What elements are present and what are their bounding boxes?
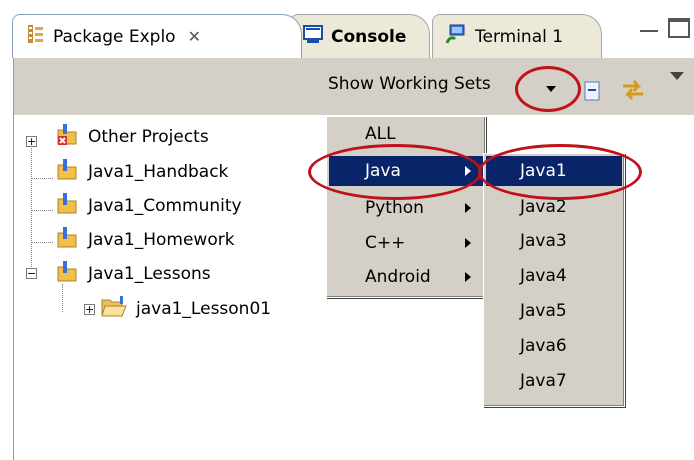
submenu-item-java3[interactable]: Java3 <box>486 226 622 256</box>
menu-item-label: ALL <box>365 124 396 144</box>
submenu-item-java7[interactable]: Java7 <box>486 366 622 396</box>
tree-item-java1-lesson01[interactable]: java1_Lesson01 <box>100 294 271 324</box>
submenu-item-java5[interactable]: Java5 <box>486 296 622 326</box>
tab-package-explorer-label: Package Explo <box>53 26 176 47</box>
submenu-arrow-icon <box>465 272 471 282</box>
menu-item-label: Java7 <box>520 371 567 391</box>
tree-guide-line <box>31 242 53 243</box>
tab-package-explorer[interactable]: Package Explo ✕ <box>12 14 302 58</box>
tree-item-label: Other Projects <box>88 127 209 147</box>
collapse-toggle[interactable]: − <box>26 268 37 279</box>
tree-guide-line <box>31 178 53 179</box>
collapse-all-icon[interactable] <box>583 80 603 107</box>
menu-item-label: Java2 <box>520 197 567 217</box>
tree-item-java1-homework[interactable]: Java1_Homework <box>54 225 235 255</box>
submenu-item-java4[interactable]: Java4 <box>486 261 622 291</box>
menu-item-label: Java3 <box>520 231 567 251</box>
tree-item-label: Java1_Handback <box>88 162 229 182</box>
tab-terminal-label: Terminal 1 <box>475 26 564 47</box>
submenu-arrow-icon <box>465 203 471 213</box>
tree-item-other-projects[interactable]: Other Projects <box>54 122 209 152</box>
view-border <box>13 115 14 460</box>
open-folder-icon <box>100 294 128 325</box>
package-explorer-icon <box>27 24 45 49</box>
tree-item-java1-lessons[interactable]: Java1_Lessons <box>54 259 211 289</box>
minimize-icon[interactable] <box>640 22 658 32</box>
tree-item-label: Java1_Homework <box>88 230 235 250</box>
expand-toggle[interactable]: + <box>84 304 95 315</box>
tree-item-java1-handback[interactable]: Java1_Handback <box>54 157 228 187</box>
submenu-item-java6[interactable]: Java6 <box>486 331 622 361</box>
expand-toggle[interactable]: + <box>26 136 37 147</box>
submenu-arrow-icon <box>465 238 471 248</box>
maximize-icon[interactable] <box>668 18 690 38</box>
menu-item-label: Java6 <box>520 336 567 356</box>
annotation-circle-java <box>308 144 482 200</box>
link-with-editor-icon[interactable] <box>620 78 646 107</box>
menu-item-label: Java5 <box>520 301 567 321</box>
tree-item-label: Java1_Community <box>88 196 242 216</box>
terminal-icon <box>445 23 467 50</box>
tree-item-label: java1_Lesson01 <box>136 299 272 319</box>
annotation-circle-java1 <box>478 144 642 200</box>
menu-item-label: Java4 <box>520 266 567 286</box>
view-menu-icon[interactable] <box>670 72 684 80</box>
closed-project-icon <box>54 122 80 153</box>
menu-item-android[interactable]: Android <box>329 262 483 292</box>
tree-guide-line <box>31 210 53 211</box>
console-icon <box>303 24 323 49</box>
java-project-icon <box>54 259 80 290</box>
menu-item-cpp[interactable]: C++ <box>329 228 483 258</box>
tree-guide-line <box>31 143 32 275</box>
java-project-icon <box>54 157 80 188</box>
annotation-circle-dropdown <box>515 66 581 112</box>
menu-item-label: C++ <box>365 233 406 253</box>
tree-item-java1-community[interactable]: Java1_Community <box>54 191 242 221</box>
show-working-sets-label: Show Working Sets <box>328 74 491 94</box>
java-project-icon <box>54 191 80 222</box>
menu-item-label: Python <box>365 198 424 218</box>
menu-item-label: Android <box>365 267 431 287</box>
tab-console[interactable]: Console <box>290 14 430 58</box>
java-project-icon <box>54 225 80 256</box>
tree-item-label: Java1_Lessons <box>88 264 211 284</box>
close-icon[interactable]: ✕ <box>188 27 201 46</box>
tab-console-label: Console <box>331 26 407 47</box>
tab-terminal[interactable]: Terminal 1 <box>432 14 602 58</box>
